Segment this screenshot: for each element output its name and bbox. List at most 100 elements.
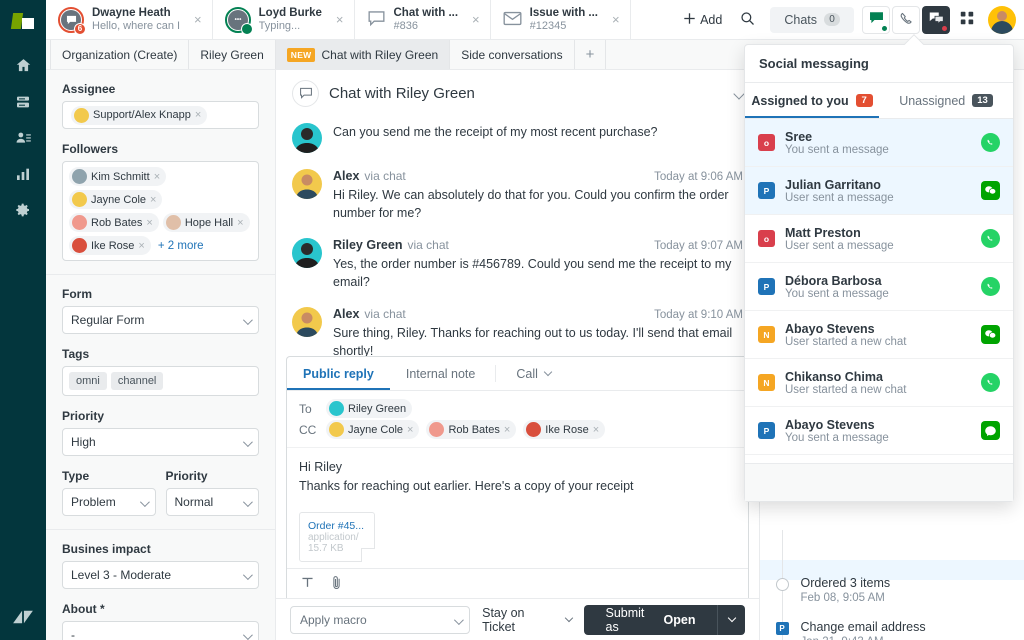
tab-side-conversations[interactable]: Side conversations (450, 40, 575, 69)
nav-tab-subtitle: Typing... (258, 19, 301, 32)
submit-button[interactable]: Submit as Open (583, 604, 718, 635)
nav-tab-issue-12345[interactable]: Issue with ... #12345 × (491, 0, 631, 39)
remove-icon[interactable]: × (138, 240, 144, 252)
follower-name: Jayne Cole (91, 193, 147, 206)
chat-bubble-icon (66, 15, 76, 24)
reporting-icon (15, 166, 31, 185)
social-messaging-button[interactable] (922, 5, 950, 34)
attachment-card[interactable]: Order #45... application/ 15.7 KB (299, 512, 375, 562)
tab-call[interactable]: Call (500, 357, 567, 390)
apps-button[interactable] (952, 5, 982, 35)
close-icon[interactable]: × (336, 12, 344, 27)
customers-icon (15, 130, 32, 149)
close-icon[interactable]: × (194, 12, 202, 27)
attachment-mime: application/ (308, 532, 359, 543)
nav-tab-title: Chat with ... (393, 6, 459, 19)
follower-chip[interactable]: Hope Hall × (162, 213, 250, 232)
follower-name: Kim Schmitt (91, 170, 150, 183)
field-label: Priority (62, 409, 105, 423)
list-item[interactable]: N Chikanso Chima User started a new chat (745, 359, 1013, 407)
assignee-input[interactable]: Support/Alex Knapp × (62, 101, 259, 129)
message-text: Can you send me the receipt of my most r… (333, 125, 658, 139)
ticket-action-bar: Apply macro Stay on Ticket Submit as Ope… (276, 598, 759, 640)
nav-tab-dwayne-heath[interactable]: 6 Dwayne Heath Hello, where can I × (46, 0, 213, 39)
avatar (72, 192, 87, 207)
nav-tab-chat-836[interactable]: Chat with ... #836 × (355, 0, 491, 39)
form-select[interactable]: Regular Form (62, 306, 259, 334)
tab-assigned-to-you[interactable]: Assigned to you 7 (745, 83, 879, 118)
assignee-chip[interactable]: Support/Alex Knapp × (71, 105, 208, 125)
follower-chip[interactable]: Ike Rose × (69, 236, 151, 255)
avatar (74, 107, 89, 123)
close-icon[interactable]: × (472, 12, 480, 27)
list-item[interactable]: P Julian Garritano User sent a message (745, 167, 1013, 215)
cc-chip[interactable]: Rob Bates × (426, 420, 517, 439)
remove-icon[interactable]: × (195, 109, 201, 121)
close-icon[interactable]: × (612, 12, 620, 27)
tab-riley-green[interactable]: Riley Green (189, 40, 276, 69)
rail-item-home[interactable] (5, 50, 41, 84)
remove-icon[interactable]: × (237, 217, 243, 229)
cc-chip[interactable]: Ike Rose × (523, 420, 606, 439)
remove-icon[interactable]: × (154, 171, 160, 183)
about-select[interactable]: - (62, 621, 259, 640)
list-item[interactable]: N Abayo Stevens User started a new chat (745, 311, 1013, 359)
business-impact-select[interactable]: Level 3 - Moderate (62, 561, 259, 589)
followers-more-link[interactable]: + 2 more (155, 240, 207, 252)
rail-item-views[interactable] (5, 86, 41, 120)
composer-tabs: Public reply Internal note Call (287, 357, 748, 391)
priority-top-select[interactable]: High (62, 428, 259, 456)
tag-chip[interactable]: channel (110, 372, 164, 390)
cc-chip[interactable]: Jayne Cole × (326, 420, 420, 439)
recipient-name: Ike Rose (545, 423, 589, 436)
avatar: o (758, 134, 775, 151)
timeline-event[interactable]: P Change email address Jan 21, 9:43 AM (775, 614, 1024, 640)
avatar: o (758, 230, 775, 247)
business-impact-value: Level 3 - Moderate (71, 568, 172, 582)
remove-icon[interactable]: × (504, 424, 510, 436)
submit-button-group: Submit as Open (583, 604, 745, 635)
add-tab-button[interactable]: + (575, 40, 607, 69)
user-avatar[interactable] (988, 5, 1016, 34)
follower-chip[interactable]: Jayne Cole × (69, 190, 163, 209)
talk-button[interactable] (892, 5, 920, 34)
tab-organization-create[interactable]: Organization (Create) (50, 40, 190, 69)
rail-item-customers[interactable] (5, 122, 41, 156)
reply-textarea[interactable]: Hi Riley Thanks for reaching out earlier… (287, 448, 748, 568)
follower-chip[interactable]: Rob Bates × (69, 213, 159, 232)
tags-input[interactable]: omni channel (62, 366, 259, 396)
message-timestamp: Today at 9:06 AM (654, 171, 743, 183)
chat-status-button[interactable] (862, 5, 890, 34)
paperclip-icon[interactable] (330, 575, 343, 593)
followers-input[interactable]: Kim Schmitt × Jayne Cole × Rob Bates × H… (62, 161, 259, 261)
chevron-down-icon[interactable] (733, 87, 745, 100)
submit-dropdown-button[interactable] (717, 604, 745, 635)
remove-icon[interactable]: × (407, 424, 413, 436)
priority-select[interactable]: Normal (165, 488, 259, 516)
tab-chat-with-riley-green[interactable]: New Chat with Riley Green (275, 40, 451, 69)
list-item[interactable]: P Débora Barbosa You sent a message (745, 263, 1013, 311)
rail-item-admin[interactable] (5, 194, 41, 228)
list-item[interactable]: o Matt Preston User sent a message (745, 215, 1013, 263)
add-button[interactable]: Add (675, 12, 730, 28)
list-item[interactable]: P Abayo Stevens You sent a message (745, 407, 1013, 455)
tab-internal-note[interactable]: Internal note (390, 357, 492, 390)
remove-icon[interactable]: × (146, 217, 152, 229)
remove-icon[interactable]: × (150, 194, 156, 206)
to-chip[interactable]: Riley Green (326, 399, 413, 418)
tab-public-reply[interactable]: Public reply (287, 357, 390, 390)
list-item[interactable]: o Sree You sent a message (745, 119, 1013, 167)
follower-chip[interactable]: Kim Schmitt × (69, 167, 167, 186)
rail-item-reporting[interactable] (5, 158, 41, 192)
remove-icon[interactable]: × (593, 424, 599, 436)
chats-status-button[interactable]: Chats 0 (770, 6, 854, 33)
tab-unassigned[interactable]: Unassigned 13 (879, 83, 1013, 118)
type-select[interactable]: Problem (62, 488, 156, 516)
timeline-event[interactable]: Ordered 3 items Feb 08, 9:05 AM (775, 570, 1024, 614)
apply-macro-select[interactable]: Apply macro (290, 605, 471, 634)
tag-chip[interactable]: omni (69, 372, 107, 390)
text-format-icon[interactable] (301, 576, 314, 592)
stay-on-ticket-select[interactable]: Stay on Ticket (482, 606, 573, 634)
search-button[interactable] (732, 5, 762, 35)
nav-tab-loyd-burke[interactable]: Loyd Burke Typing... × (213, 0, 355, 39)
